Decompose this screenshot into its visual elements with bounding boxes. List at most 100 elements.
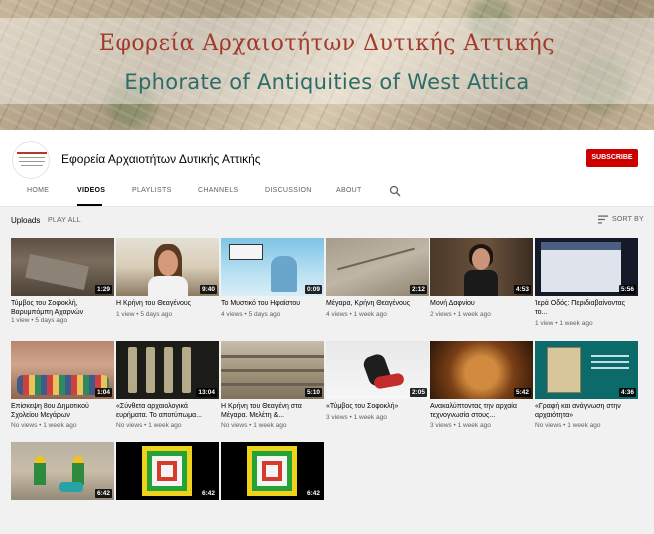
video-duration: 9:40: [199, 285, 217, 294]
video-thumbnail[interactable]: 6:42: [116, 442, 219, 500]
video-age: 1 week ago: [43, 422, 77, 429]
video-age: 1 week ago: [567, 422, 601, 429]
video-views: 4 views: [221, 311, 243, 318]
banner-title-english: Ephorate of Antiquities of West Attica: [124, 70, 530, 94]
video-thumbnail[interactable]: 1:29: [11, 238, 114, 296]
video-title[interactable]: Ίερά Οδός: Περιδιαβαίνοντας το...: [535, 299, 638, 317]
video-thumbnail[interactable]: 6:42: [221, 442, 324, 500]
video-meta: No views • 1 week ago: [116, 422, 182, 429]
video-meta: No views • 1 week ago: [221, 422, 287, 429]
video-age: 5 days ago: [248, 311, 281, 318]
video-thumbnail[interactable]: 13:04: [116, 341, 219, 399]
video-duration: 0:09: [304, 285, 322, 294]
avatar-logo-line: [17, 152, 47, 154]
video-duration: 4:53: [513, 285, 531, 294]
video-meta: 1 view • 5 days ago: [11, 317, 68, 324]
video-age: 5 days ago: [140, 311, 173, 318]
video-meta: 3 views • 1 week ago: [326, 414, 387, 421]
tab-discussion[interactable]: DISCUSSION: [265, 187, 312, 194]
video-thumbnail[interactable]: 2:05: [326, 341, 429, 399]
video-meta: 1 view • 1 week ago: [535, 320, 593, 327]
avatar-logo-line: [19, 161, 45, 162]
video-views: 3 views: [430, 422, 452, 429]
video-thumbnail[interactable]: 5:56: [535, 238, 638, 296]
video-age: 1 week ago: [253, 422, 287, 429]
video-meta: 4 views • 5 days ago: [221, 311, 281, 318]
tab-home[interactable]: HOME: [27, 187, 49, 194]
video-thumbnail[interactable]: 0:09: [221, 238, 324, 296]
video-title[interactable]: Η Κρήνη του Θεαγένους: [116, 299, 219, 308]
video-title[interactable]: «Σύνθετα αρχαιολογικά ευρήματα. Το αποτύ…: [116, 402, 219, 420]
play-all-button[interactable]: PLAY ALL: [48, 217, 81, 224]
search-icon[interactable]: [389, 185, 401, 197]
sort-icon[interactable]: [598, 215, 608, 224]
video-age: 1 week ago: [353, 311, 387, 318]
avatar-logo-line: [21, 165, 43, 166]
tab-videos[interactable]: VIDEOS: [77, 187, 105, 194]
video-meta: 1 view • 5 days ago: [116, 311, 173, 318]
video-meta: 2 views • 1 week ago: [430, 311, 491, 318]
video-views: 4 views: [326, 311, 348, 318]
video-duration: 6:42: [94, 489, 112, 498]
video-duration: 1:29: [94, 285, 112, 294]
video-views: 2 views: [430, 311, 452, 318]
video-meta: 3 views • 1 week ago: [430, 422, 491, 429]
video-age: 1 week ago: [457, 311, 491, 318]
subscribe-button[interactable]: SUBSCRIBE: [586, 149, 638, 167]
video-title[interactable]: «Γραφή και ανάγνωση στην αρχαιότητα»: [535, 402, 638, 420]
video-duration: 4:36: [618, 388, 636, 397]
video-views: 1 view: [535, 320, 554, 327]
video-thumbnail[interactable]: 2:12: [326, 238, 429, 296]
video-title[interactable]: Μέγαρα, Κρήνη Θεαγένους: [326, 299, 429, 308]
video-views: 1 view: [11, 317, 30, 324]
video-thumbnail[interactable]: 4:36: [535, 341, 638, 399]
video-views: 1 view: [116, 311, 135, 318]
video-thumbnail[interactable]: 4:53: [430, 238, 533, 296]
video-views: No views: [11, 422, 38, 429]
video-thumbnail[interactable]: 1:04: [11, 341, 114, 399]
video-views: No views: [116, 422, 143, 429]
video-duration: 5:42: [513, 388, 531, 397]
tab-about[interactable]: ABOUT: [336, 187, 362, 194]
channel-banner: Εφορεία Αρχαιοτήτων Δυτικής Αττικής Epho…: [0, 0, 654, 130]
video-duration: 2:05: [409, 388, 427, 397]
section-title[interactable]: Uploads: [11, 216, 40, 225]
video-thumbnail[interactable]: 9:40: [116, 238, 219, 296]
video-duration: 13:04: [196, 388, 217, 397]
video-thumbnail[interactable]: 5:42: [430, 341, 533, 399]
video-duration: 5:10: [304, 388, 322, 397]
video-title[interactable]: Το Μυστικό του Ηφαίστου: [221, 299, 324, 308]
video-duration: 5:56: [618, 285, 636, 294]
sort-by-button[interactable]: SORT BY: [612, 216, 644, 223]
video-age: 1 week ago: [457, 422, 491, 429]
tab-channels[interactable]: CHANNELS: [198, 187, 239, 194]
video-duration: 2:12: [409, 285, 427, 294]
channel-avatar[interactable]: [12, 141, 50, 179]
video-age: 1 week ago: [559, 320, 593, 327]
video-duration: 6:42: [304, 489, 322, 498]
video-meta: No views • 1 week ago: [11, 422, 77, 429]
video-age: 5 days ago: [35, 317, 68, 324]
video-title[interactable]: Η Κρήνη του Θεαγένη στα Μέγαρα. Μελέτη &…: [221, 402, 324, 420]
video-duration: 6:42: [199, 489, 217, 498]
avatar-logo-line: [19, 157, 45, 158]
video-views: 3 views: [326, 414, 348, 421]
video-views: No views: [221, 422, 248, 429]
tab-playlists[interactable]: PLAYLISTS: [132, 187, 172, 194]
channel-name: Εφορεία Αρχαιοτήτων Δυτικής Αττικής: [61, 152, 261, 166]
video-meta: 4 views • 1 week ago: [326, 311, 387, 318]
video-title[interactable]: Μονή Δαφνίου: [430, 299, 533, 308]
video-duration: 1:04: [94, 388, 112, 397]
video-title[interactable]: «Τύμβος του Σοφοκλή»: [326, 402, 429, 411]
video-title[interactable]: Ανακαλύπτοντας την αρχαία τεχνογνωσία στ…: [430, 402, 533, 420]
video-thumbnail[interactable]: 5:10: [221, 341, 324, 399]
video-views: No views: [535, 422, 562, 429]
video-title[interactable]: Επίσκεψη 8ου Δημοτικού Σχολείου Μεγάρων: [11, 402, 114, 420]
video-meta: No views • 1 week ago: [535, 422, 601, 429]
video-age: 1 week ago: [353, 414, 387, 421]
header-divider: [0, 206, 654, 207]
video-age: 1 week ago: [148, 422, 182, 429]
video-title[interactable]: Τύμβος του Σοφοκλή, Βαρυμπόμπη Αχαρνών: [11, 299, 114, 317]
banner-title-greek: Εφορεία Αρχαιοτήτων Δυτικής Αττικής: [98, 31, 556, 56]
video-thumbnail[interactable]: 6:42: [11, 442, 114, 500]
